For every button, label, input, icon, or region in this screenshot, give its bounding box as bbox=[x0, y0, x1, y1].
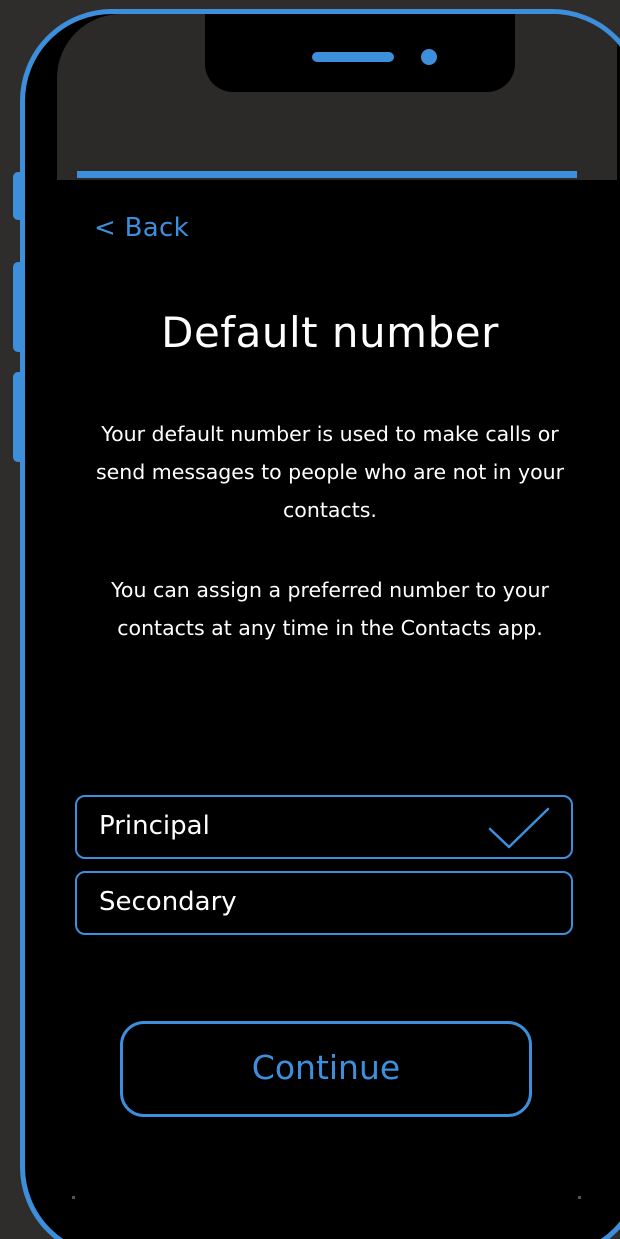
description-paragraph-2: You can assign a preferred number to you… bbox=[111, 578, 549, 640]
notch bbox=[205, 14, 515, 92]
stage: < Back Default number Your default numbe… bbox=[0, 0, 620, 1239]
page-title: Default number bbox=[161, 308, 499, 357]
continue-button[interactable]: Continue bbox=[120, 1021, 532, 1117]
speaker-grille bbox=[312, 52, 394, 62]
front-camera bbox=[421, 49, 437, 65]
option-principal[interactable]: Principal bbox=[75, 795, 573, 859]
option-secondary[interactable]: Secondary bbox=[75, 871, 573, 935]
option-label: Secondary bbox=[99, 887, 237, 917]
corner-mark-right bbox=[578, 1196, 581, 1199]
description-paragraph-1: Your default number is used to make call… bbox=[95, 422, 565, 522]
phone-frame: < Back Default number Your default numbe… bbox=[20, 9, 620, 1239]
progress-bar bbox=[77, 171, 577, 178]
corner-mark-left bbox=[72, 1196, 75, 1199]
status-bar-area bbox=[57, 14, 617, 180]
option-label: Principal bbox=[99, 811, 210, 841]
back-button[interactable]: < Back bbox=[94, 213, 189, 243]
checkmark-icon bbox=[488, 807, 550, 849]
